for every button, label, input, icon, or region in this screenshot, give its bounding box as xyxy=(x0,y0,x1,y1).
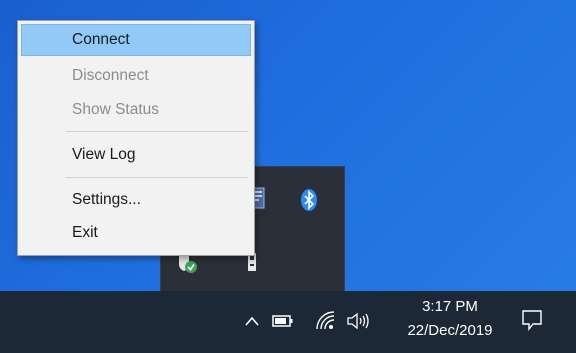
menu-item-disconnect[interactable]: Disconnect xyxy=(21,60,251,92)
wifi-icon[interactable] xyxy=(314,311,336,331)
volume-icon[interactable] xyxy=(346,311,370,331)
menu-item-label: Connect xyxy=(72,31,130,48)
menu-item-show-status[interactable]: Show Status xyxy=(21,94,251,126)
menu-item-label: View Log xyxy=(72,146,136,163)
menu-item-label: Disconnect xyxy=(72,67,149,84)
battery-icon[interactable] xyxy=(272,314,294,328)
context-menu: Connect Disconnect Show Status View Log … xyxy=(17,20,255,256)
menu-item-label: Settings... xyxy=(72,191,141,208)
menu-item-exit[interactable]: Exit xyxy=(21,217,251,249)
notification-icon[interactable] xyxy=(521,309,543,331)
menu-item-label: Show Status xyxy=(72,101,160,118)
taskbar: 3:17 PM 22/Dec/2019 xyxy=(0,291,576,353)
bluetooth-icon[interactable] xyxy=(300,188,318,212)
menu-item-label: Exit xyxy=(72,224,98,241)
menu-item-settings[interactable]: Settings... xyxy=(21,184,251,216)
chevron-up-icon[interactable] xyxy=(243,313,261,329)
menu-separator xyxy=(66,177,248,178)
menu-item-connect[interactable]: Connect xyxy=(21,24,251,56)
clock-date[interactable]: 22/Dec/2019 xyxy=(405,322,495,339)
menu-separator xyxy=(66,131,248,132)
clock-time[interactable]: 3:17 PM xyxy=(405,298,495,315)
menu-item-view-log[interactable]: View Log xyxy=(21,139,251,171)
